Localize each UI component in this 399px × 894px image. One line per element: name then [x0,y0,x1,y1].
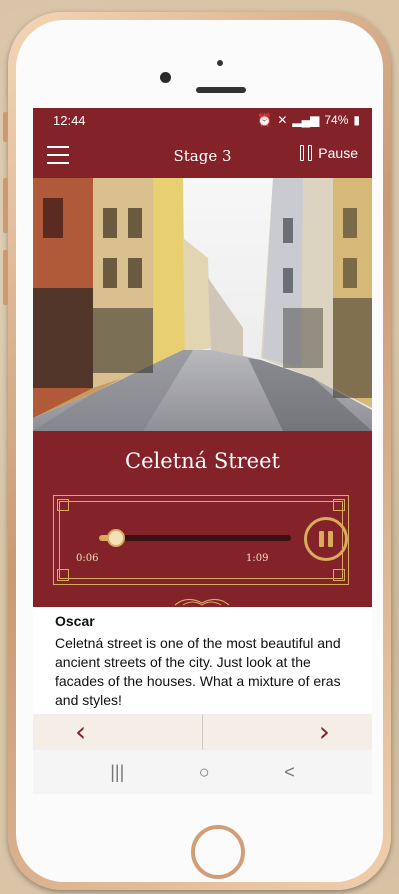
pause-bar-icon [328,531,333,547]
recents-icon[interactable]: ||| [110,762,124,783]
status-time: 12:44 [53,112,86,128]
progress-track[interactable] [99,529,291,547]
chevron-left-icon: ‹ [75,715,87,748]
home-icon[interactable]: ○ [199,762,210,783]
back-icon[interactable]: < [284,762,295,783]
pause-icon [300,145,313,161]
home-button[interactable] [191,825,245,879]
place-title: Celetná Street [125,449,280,473]
audio-player: 0:06 1:09 [53,495,349,585]
next-stage-button[interactable]: › [203,714,372,750]
pause-tour-button[interactable]: Pause [300,145,358,161]
frame-corner [333,569,345,581]
frame-corner [57,499,69,511]
progress-knob[interactable] [106,529,125,547]
status-bar: 12:44 ⏰ ✕ ▂▄▆ 74% ▮ [33,108,372,132]
signal-icon: ▂▄▆ [292,113,320,127]
front-camera [160,72,171,83]
app-screen: 12:44 ⏰ ✕ ▂▄▆ 74% ▮ Stage 3 Pause Celetn… [33,108,372,794]
frame-corner [333,499,345,511]
play-pause-button[interactable] [304,517,348,561]
transcript-text: Celetná street is one of the most beauti… [55,635,341,708]
earpiece-speaker [196,87,246,93]
battery-level: 74% [324,113,349,127]
frame-corner [57,569,69,581]
pause-label: Pause [318,145,358,161]
volume-down-button [3,250,8,305]
street-photo [33,178,372,431]
player-panel: Celetná Street 0:06 1:09 [33,431,372,607]
transcript: Oscar Celetná street is one of the most … [33,607,372,714]
ornament-icon [174,598,230,606]
previous-stage-button[interactable]: ‹ [33,714,202,750]
stage-navigation: ‹ › [33,714,372,750]
total-duration: 1:09 [246,553,269,564]
app-bar: Stage 3 Pause [33,132,372,178]
volume-up-button [3,178,8,233]
elapsed-time: 0:06 [76,553,99,564]
system-navigation-bar: ||| ○ < [33,750,372,794]
street-illustration [33,178,372,431]
pause-bar-icon [319,531,324,547]
alarm-icon: ⏰ [257,113,273,127]
battery-icon: ▮ [353,113,360,127]
status-icons: ⏰ ✕ ▂▄▆ 74% ▮ [257,113,360,127]
chevron-right-icon: › [318,715,330,748]
mute-icon: ✕ [277,113,288,127]
proximity-sensor [217,60,223,66]
mute-switch [3,112,8,142]
speaker-name: Oscar [55,613,95,629]
